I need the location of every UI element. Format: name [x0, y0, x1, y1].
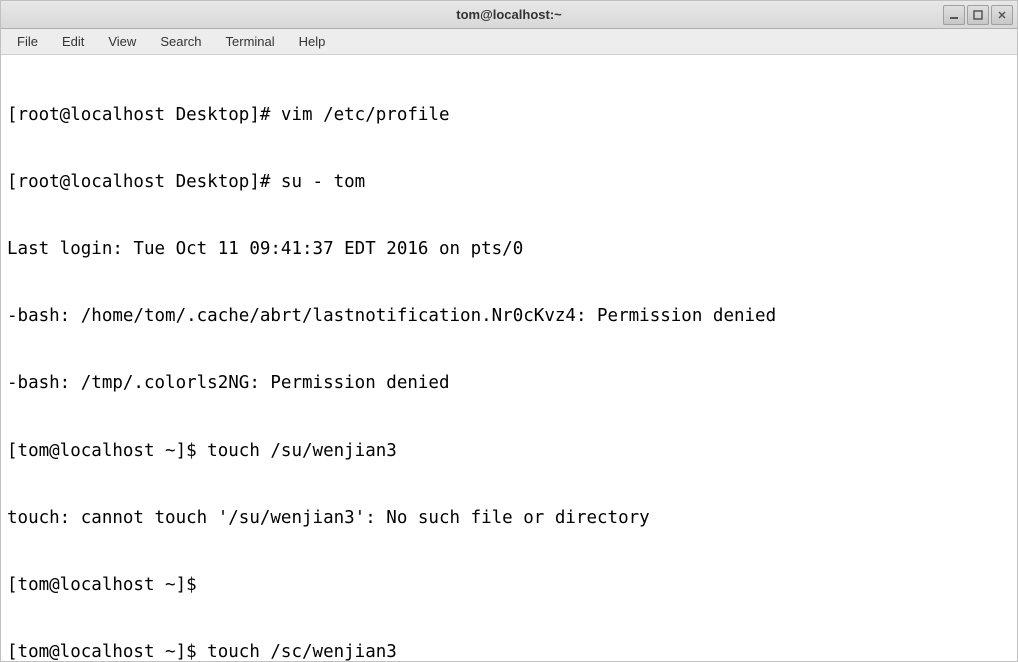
terminal-line: [tom@localhost ~]$	[7, 574, 1011, 596]
terminal-line: [tom@localhost ~]$ touch /su/wenjian3	[7, 440, 1011, 462]
terminal-line: Last login: Tue Oct 11 09:41:37 EDT 2016…	[7, 238, 1011, 260]
window-controls	[943, 5, 1013, 25]
menu-search[interactable]: Search	[150, 31, 211, 52]
close-button[interactable]	[991, 5, 1013, 25]
menu-file[interactable]: File	[7, 31, 48, 52]
window-title: tom@localhost:~	[456, 7, 562, 22]
terminal-line: -bash: /home/tom/.cache/abrt/lastnotific…	[7, 305, 1011, 327]
minimize-button[interactable]	[943, 5, 965, 25]
terminal-line: [root@localhost Desktop]# vim /etc/profi…	[7, 104, 1011, 126]
menu-help[interactable]: Help	[289, 31, 336, 52]
terminal-line: -bash: /tmp/.colorls2NG: Permission deni…	[7, 372, 1011, 394]
maximize-icon	[973, 10, 983, 20]
menu-edit[interactable]: Edit	[52, 31, 94, 52]
terminal-line: touch: cannot touch '/su/wenjian3': No s…	[7, 507, 1011, 529]
minimize-icon	[949, 10, 959, 20]
terminal-content[interactable]: [root@localhost Desktop]# vim /etc/profi…	[1, 55, 1017, 661]
close-icon	[997, 10, 1007, 20]
menubar: File Edit View Search Terminal Help	[1, 29, 1017, 55]
menu-terminal[interactable]: Terminal	[216, 31, 285, 52]
terminal-line: [tom@localhost ~]$ touch /sc/wenjian3	[7, 641, 1011, 661]
maximize-button[interactable]	[967, 5, 989, 25]
menu-view[interactable]: View	[98, 31, 146, 52]
titlebar[interactable]: tom@localhost:~	[1, 1, 1017, 29]
terminal-line: [root@localhost Desktop]# su - tom	[7, 171, 1011, 193]
terminal-window: tom@localhost:~ File Edit View Search Te…	[0, 0, 1018, 662]
